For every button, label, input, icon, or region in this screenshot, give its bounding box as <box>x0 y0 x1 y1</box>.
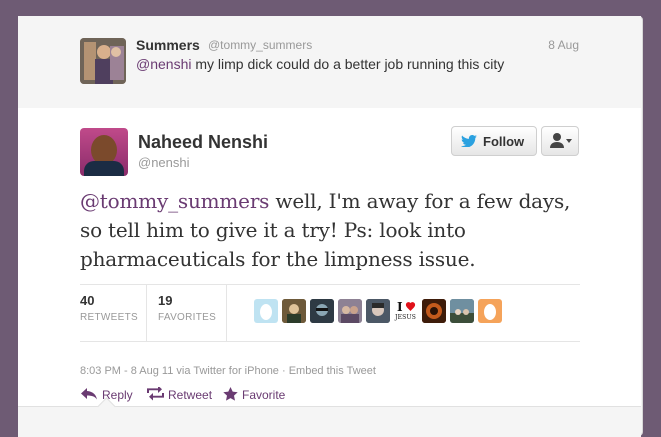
retweet-icon <box>147 387 164 401</box>
favoriter-photo <box>338 299 362 323</box>
parent-author-handle[interactable]: @tommy_summers <box>208 38 312 52</box>
mention-link[interactable]: @tommy_summers <box>80 189 269 213</box>
reply-area <box>18 397 641 437</box>
favoriter-avatar[interactable] <box>366 299 390 323</box>
retweets-stat[interactable]: 40 RETWEETS <box>80 293 138 323</box>
egg-icon <box>484 304 496 320</box>
nenshi-avatar[interactable] <box>80 128 128 176</box>
favorite-label: Favorite <box>242 388 286 402</box>
favoriter-avatar[interactable] <box>478 299 502 323</box>
stats-divider <box>226 285 227 341</box>
reply-icon <box>81 388 97 400</box>
follow-button[interactable]: Follow <box>451 126 537 156</box>
favoriter-avatar[interactable] <box>422 299 446 323</box>
favoriter-photo <box>282 299 306 323</box>
summers-avatar[interactable] <box>80 38 126 84</box>
favoriter-avatar[interactable] <box>254 299 278 323</box>
stats-divider <box>146 285 147 341</box>
retweet-label: Retweet <box>168 388 213 402</box>
parent-mention-link[interactable]: @nenshi <box>136 56 191 72</box>
summers-avatar-photo <box>80 38 126 84</box>
follow-label: Follow <box>483 134 525 149</box>
favoriter-photo <box>422 299 446 323</box>
tweet-stats: 40 RETWEETS 19 FAVORITES I JESUS <box>80 284 580 342</box>
favoriter-avatar[interactable] <box>310 299 334 323</box>
favorites-label: FAVORITES <box>158 312 217 323</box>
egg-icon <box>260 304 272 320</box>
parent-timestamp[interactable]: 8 Aug <box>548 38 579 52</box>
tweet-meta[interactable]: 8:03 PM - 8 Aug 11 via Twitter for iPhon… <box>80 365 376 377</box>
parent-tweet-text: @nenshi my limp dick could do a better j… <box>136 56 504 72</box>
retweets-label: RETWEETS <box>80 312 138 323</box>
favoriter-avatar[interactable] <box>450 299 474 323</box>
i-love-text: I <box>397 300 403 314</box>
favoriter-photo <box>450 299 474 323</box>
favoriter-avatar[interactable] <box>282 299 306 323</box>
favorites-stat[interactable]: 19 FAVORITES <box>158 293 216 323</box>
main-tweet: Naheed Nenshi @nenshi Follow @tommy_summ… <box>18 108 641 406</box>
parent-author-name[interactable]: Summers <box>136 37 200 53</box>
favoriter-avatar[interactable] <box>338 299 362 323</box>
user-dropdown-icon <box>550 133 572 148</box>
favoriter-photo <box>310 299 334 323</box>
author-handle[interactable]: @nenshi <box>138 155 190 170</box>
favoriter-photo <box>366 299 390 323</box>
tweet-text: @tommy_summers well, I'm away for a few … <box>80 187 580 274</box>
user-actions-dropdown[interactable] <box>541 126 579 156</box>
star-icon <box>223 387 238 401</box>
parent-tweet-body: my limp dick could do a better job runni… <box>191 56 505 72</box>
parent-tweet[interactable]: Summers @tommy_summers 8 Aug @nenshi my … <box>18 16 641 109</box>
tweet-permalink: Summers @tommy_summers 8 Aug @nenshi my … <box>18 16 643 437</box>
author-name[interactable]: Naheed Nenshi <box>138 132 268 153</box>
favorites-count: 19 <box>158 293 173 308</box>
jesus-text: JESUS <box>395 314 417 321</box>
retweets-count: 40 <box>80 293 95 308</box>
avatar-shirt <box>84 161 124 176</box>
favoriter-avatar[interactable]: I JESUS <box>394 299 418 323</box>
twitter-bird-icon <box>461 135 477 147</box>
